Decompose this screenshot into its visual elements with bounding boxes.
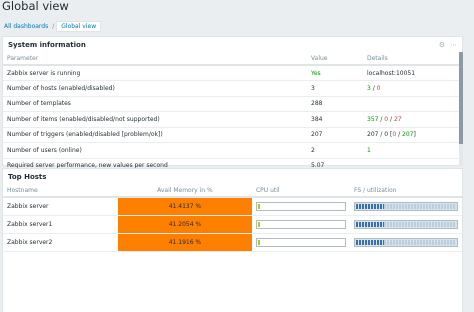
fs-progress-remainder xyxy=(384,239,456,245)
details-cell: localhost:10051 xyxy=(363,65,462,81)
cpu-cell xyxy=(251,197,350,216)
fs-progress-fill xyxy=(356,239,384,245)
column-hostname: Hostname xyxy=(3,185,118,198)
value-cell: Yes xyxy=(307,65,363,81)
fs-cell xyxy=(350,197,462,216)
fs-progress-fill xyxy=(356,203,384,209)
details-enabled: 357 xyxy=(367,115,379,123)
scrollbar-thumb[interactable] xyxy=(459,52,463,144)
parameter-cell: Number of templates xyxy=(3,96,307,112)
details-ok: 207 xyxy=(402,131,414,139)
value-cell: 207 xyxy=(307,127,363,143)
widget-title: Top Hosts xyxy=(8,173,47,181)
hostname-cell: Zabbix server xyxy=(3,197,118,216)
column-memory: Avail Memory in % xyxy=(117,185,252,198)
table-row: Zabbix server1 41.2054 % xyxy=(3,215,462,234)
table-header-row: Hostname Avail Memory in % CPU util FS /… xyxy=(3,185,462,198)
widget-header: Top Hosts xyxy=(3,169,462,185)
table-row: Zabbix server is running Yes localhost:1… xyxy=(3,65,462,81)
gear-icon[interactable]: ⚙ xyxy=(439,41,445,49)
memory-cell: 41.2054 % xyxy=(117,215,252,234)
table-row: Number of hosts (enabled/disabled) 3 3 /… xyxy=(3,80,462,97)
details-enabled: 207 xyxy=(367,131,379,139)
parameter-cell: Number of items (enabled/disabled/not su… xyxy=(3,111,307,128)
cpu-progress-bar xyxy=(255,201,346,211)
parameter-cell: Number of triggers (enabled/disabled [pr… xyxy=(3,127,307,143)
details-cell: 207 / 0 [0 / 207] xyxy=(363,127,462,143)
column-value: Value xyxy=(307,53,363,66)
cpu-cell xyxy=(251,233,350,252)
fs-progress-bar xyxy=(354,237,458,247)
page-title: Global view xyxy=(2,0,69,13)
breadcrumb-current[interactable]: Global view xyxy=(56,21,102,32)
table-row: Number of templates 288 xyxy=(3,96,462,112)
details-cell: 357 / 0 / 27 xyxy=(363,111,462,128)
widget-title: System information xyxy=(8,41,86,49)
top-hosts-table: Hostname Avail Memory in % CPU util FS /… xyxy=(3,185,462,252)
table-row: Zabbix server 41.4137 % xyxy=(3,197,462,216)
column-fs: FS / utilization xyxy=(350,185,462,198)
cpu-cell xyxy=(251,215,350,234)
breadcrumb-all-dashboards[interactable]: All dashboards xyxy=(2,23,50,30)
more-icon[interactable]: ⋯ xyxy=(450,41,457,49)
fs-progress-bar xyxy=(354,201,458,211)
table-row: Number of items (enabled/disabled/not su… xyxy=(3,111,462,128)
value-cell: 288 xyxy=(307,96,363,112)
cpu-progress-bar xyxy=(255,237,346,247)
details-cell xyxy=(363,96,462,112)
hostname-cell: Zabbix server2 xyxy=(3,233,118,252)
cpu-progress-fill xyxy=(257,221,260,227)
column-details: Details xyxy=(363,53,462,66)
cpu-progress-bar xyxy=(255,219,346,229)
memory-cell: 41.4137 % xyxy=(117,197,252,216)
fs-progress-bar xyxy=(354,219,458,229)
fs-cell xyxy=(350,233,462,252)
widget-header: System information ⚙ ⋯ xyxy=(3,37,462,53)
cpu-progress-fill xyxy=(257,203,260,209)
column-cpu: CPU util xyxy=(251,185,350,198)
hostname-cell: Zabbix server1 xyxy=(3,215,118,234)
parameter-cell: Number of users (online) xyxy=(3,142,307,159)
widget-header-icons: ⚙ ⋯ xyxy=(439,41,457,49)
fs-progress-remainder xyxy=(384,221,456,227)
details-not-supported: 27 xyxy=(393,115,402,123)
value-cell: 2 xyxy=(307,142,363,159)
value-cell: 384 xyxy=(307,111,363,128)
top-hosts-widget: Top Hosts Hostname Avail Memory in % CPU… xyxy=(2,168,463,312)
fs-progress-fill xyxy=(356,221,384,227)
parameter-cell: Zabbix server is running xyxy=(3,65,307,81)
cpu-progress-fill xyxy=(257,239,260,245)
details-cell: 1 xyxy=(363,142,462,159)
breadcrumb: All dashboards / Global view xyxy=(2,20,102,33)
system-info-table: Parameter Value Details Zabbix server is… xyxy=(3,53,462,174)
system-information-widget: System information ⚙ ⋯ Parameter Value D… xyxy=(2,36,463,174)
column-parameter: Parameter xyxy=(3,53,307,66)
memory-cell: 41.1916 % xyxy=(117,233,252,252)
details-cell: 3 / 0 xyxy=(363,80,462,97)
table-header-row: Parameter Value Details xyxy=(3,53,462,66)
host-link[interactable]: Zabbix server xyxy=(7,203,49,210)
table-row: Number of triggers (enabled/disabled [pr… xyxy=(3,127,462,143)
table-row: Zabbix server2 41.1916 % xyxy=(3,233,462,252)
parameter-cell: Number of hosts (enabled/disabled) xyxy=(3,80,307,97)
value-cell: 3 xyxy=(307,80,363,97)
table-row: Number of users (online) 2 1 xyxy=(3,142,462,159)
host-link[interactable]: Zabbix server2 xyxy=(7,239,52,246)
host-link[interactable]: Zabbix server1 xyxy=(7,221,52,228)
fs-cell xyxy=(350,215,462,234)
dashboard-page: Global view All dashboards / Global view… xyxy=(0,0,474,312)
fs-progress-remainder xyxy=(384,203,456,209)
details-disabled: 0 xyxy=(376,84,381,92)
